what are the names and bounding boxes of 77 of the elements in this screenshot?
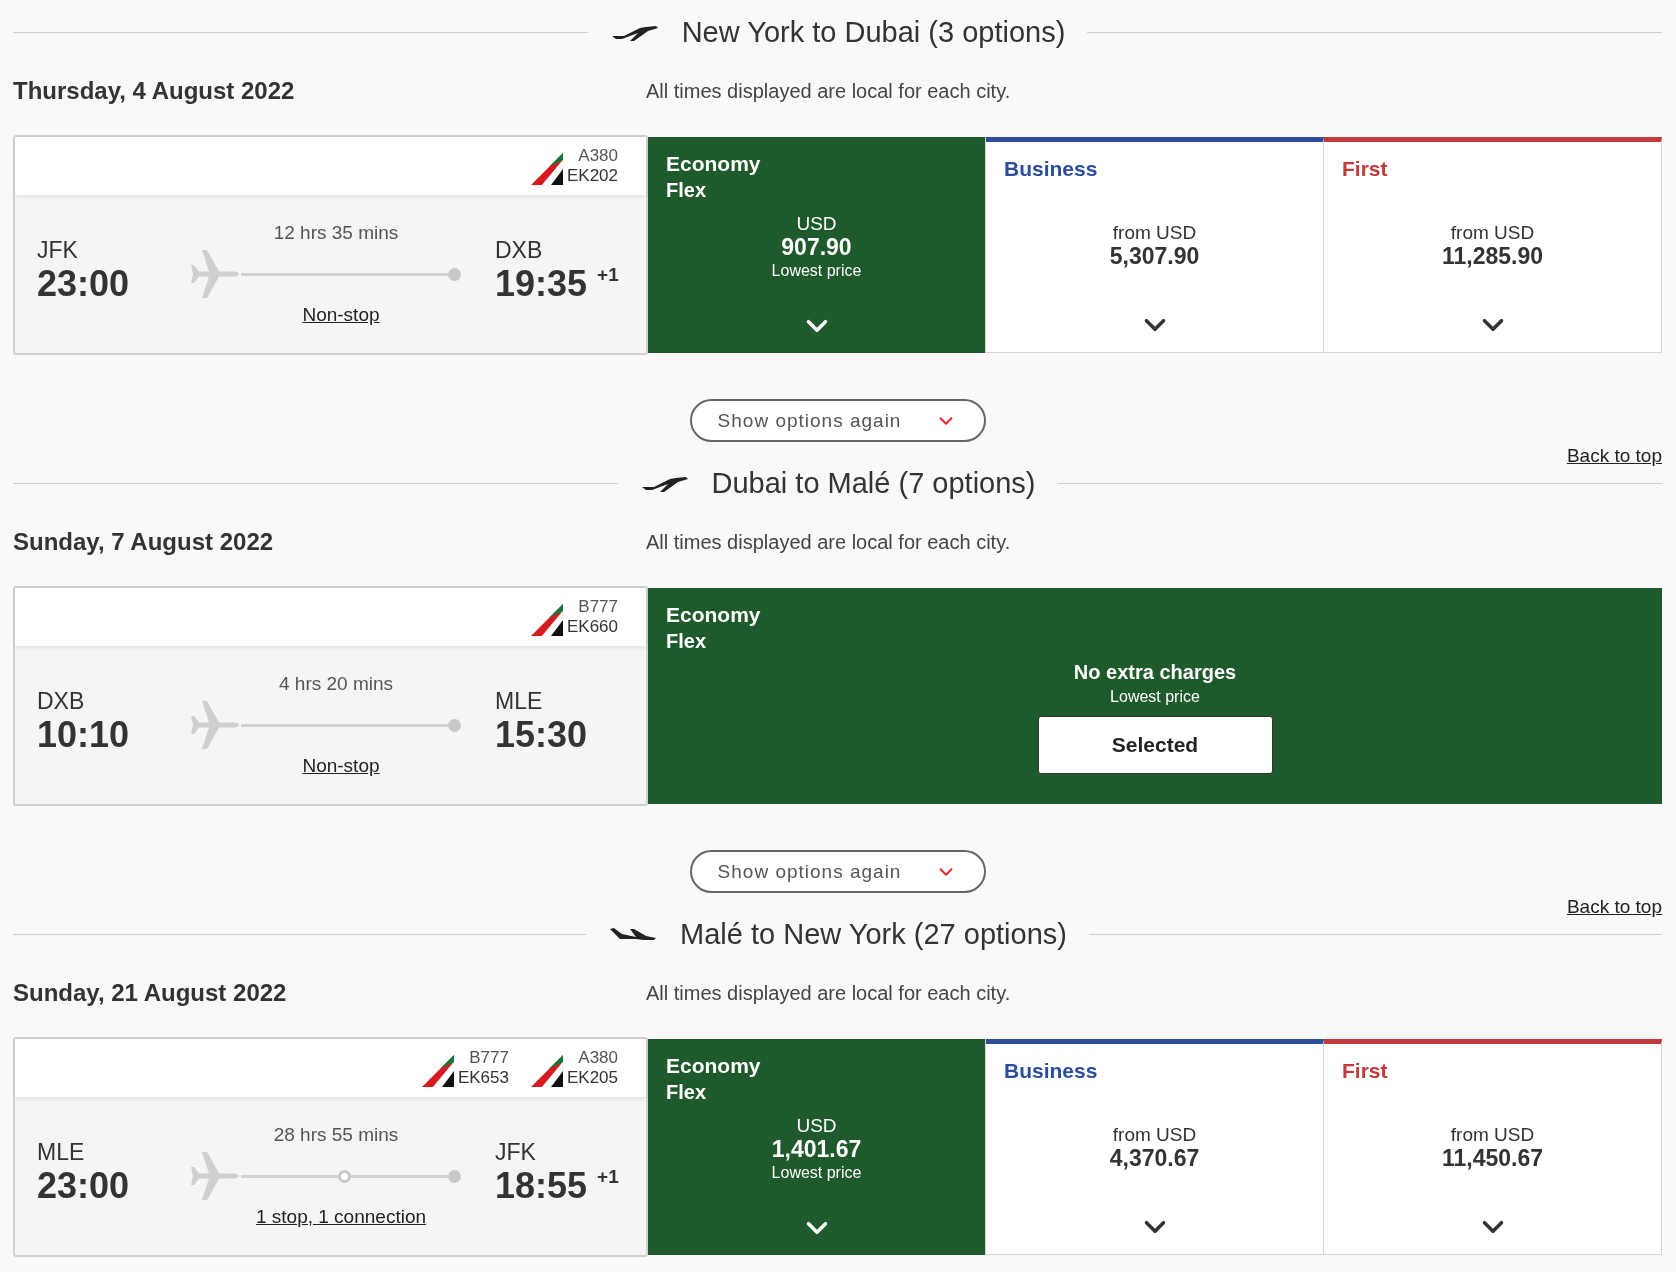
- airport-code: MLE: [495, 687, 544, 715]
- flight-date: Thursday, 4 August 2022: [13, 77, 296, 105]
- stops-link[interactable]: 1 stop, 1 connection: [255, 1206, 427, 1228]
- timezone-note: All times displayed are local for each city.: [646, 981, 1012, 1005]
- aircraft-type: B777: [578, 597, 618, 617]
- price: 11,450.67: [1441, 1145, 1544, 1171]
- airport-code: DXB: [37, 687, 86, 715]
- aircraft-type: A380: [578, 146, 618, 166]
- price-currency: from USD: [1112, 221, 1197, 244]
- arrival-time: 15:30: [495, 714, 588, 755]
- arrival-time: 19:35: [495, 263, 588, 304]
- plane-icon: [191, 1150, 241, 1202]
- fare-option[interactable]: Business from USD 4,370.67: [986, 1039, 1324, 1255]
- fare-option[interactable]: Economy Flex USD 907.90 Lowest price: [648, 137, 986, 353]
- flight-number: EK202: [566, 166, 618, 186]
- fare-option[interactable]: Business from USD 5,307.90: [986, 137, 1324, 353]
- plane-icon: [191, 699, 241, 751]
- selected-button[interactable]: Selected: [1037, 716, 1273, 774]
- cabin-name: Business: [1004, 156, 1099, 182]
- show-options-button[interactable]: Show options again: [689, 399, 986, 442]
- aircraft-type: B777: [469, 1048, 509, 1068]
- flight-number: EK205: [566, 1068, 618, 1088]
- flight-date: Sunday, 7 August 2022: [13, 528, 275, 556]
- airport-code: DXB: [495, 236, 544, 264]
- fare-type: Flex: [666, 1080, 708, 1105]
- flight-number: EK653: [457, 1068, 509, 1088]
- route-heading: Dubai to Malé (7 options): [711, 466, 1036, 500]
- airport-code: JFK: [495, 1138, 537, 1166]
- plane-icon: [191, 248, 241, 300]
- back-to-top-link[interactable]: Back to top: [1566, 445, 1662, 467]
- price-note: Lowest price: [771, 261, 862, 281]
- cabin-name: Economy: [666, 151, 762, 177]
- departure-time: 23:00: [37, 1165, 130, 1206]
- timezone-note: All times displayed are local for each city.: [646, 79, 1012, 103]
- price: 11,285.90: [1441, 243, 1544, 269]
- back-to-top-link[interactable]: Back to top: [1566, 896, 1662, 918]
- fare-headline: No extra charges: [1073, 660, 1237, 685]
- cabin-name: Economy: [666, 1053, 762, 1079]
- fare-option[interactable]: First from USD 11,450.67: [1324, 1039, 1662, 1255]
- cabin-name: Business: [1004, 1058, 1099, 1084]
- fare-option[interactable]: Economy Flex USD 1,401.67 Lowest price: [648, 1039, 986, 1255]
- route-heading: New York to Dubai (3 options): [681, 15, 1066, 49]
- cabin-name: First: [1342, 156, 1389, 182]
- aircraft-type: A380: [578, 1048, 618, 1068]
- flight-number: EK660: [566, 617, 618, 637]
- price: 907.90: [781, 235, 852, 260]
- price-currency: from USD: [1450, 1123, 1535, 1146]
- price-note: Lowest price: [1110, 687, 1200, 707]
- stops-link[interactable]: Non-stop: [302, 755, 380, 777]
- fare-type: Flex: [666, 178, 708, 203]
- price-currency: USD: [796, 1115, 837, 1137]
- airport-code: MLE: [37, 1138, 86, 1166]
- show-options-button[interactable]: Show options again: [689, 850, 986, 893]
- price: 1,401.67: [771, 1137, 862, 1162]
- cabin-name: First: [1342, 1058, 1389, 1084]
- departure-time: 23:00: [37, 263, 130, 304]
- timezone-note: All times displayed are local for each city.: [646, 530, 1012, 554]
- arrival-time: 18:55: [495, 1165, 588, 1206]
- price-currency: from USD: [1450, 221, 1535, 244]
- price-note: Lowest price: [771, 1163, 862, 1183]
- departure-time: 10:10: [37, 714, 130, 755]
- fare-option[interactable]: First from USD 11,285.90: [1324, 137, 1662, 353]
- price-currency: from USD: [1112, 1123, 1197, 1146]
- day-offset: +1: [597, 263, 619, 286]
- stops-link[interactable]: Non-stop: [302, 304, 380, 326]
- flight-duration: 4 hrs 20 mins: [278, 673, 393, 695]
- flight-duration: 28 hrs 55 mins: [273, 1124, 399, 1146]
- price: 5,307.90: [1109, 243, 1200, 269]
- price-currency: USD: [796, 213, 837, 235]
- price: 4,370.67: [1109, 1145, 1200, 1171]
- fare-type: Flex: [666, 629, 708, 654]
- flight-duration: 12 hrs 35 mins: [273, 222, 399, 244]
- airport-code: JFK: [37, 236, 79, 264]
- route-heading: Malé to New York (27 options): [680, 917, 1067, 951]
- flight-date: Sunday, 21 August 2022: [13, 979, 288, 1007]
- day-offset: +1: [597, 1165, 619, 1188]
- cabin-name: Economy: [666, 602, 762, 628]
